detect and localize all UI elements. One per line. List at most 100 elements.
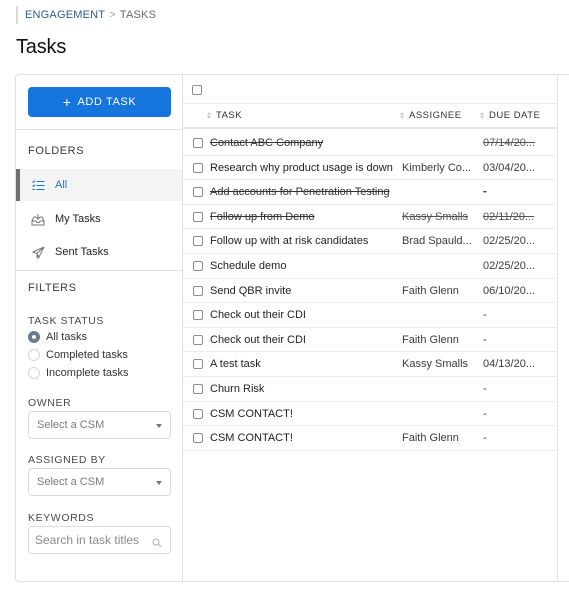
- plus-icon: +: [62, 94, 72, 110]
- column-header-task[interactable]: TASK: [207, 104, 242, 127]
- row-checkbox[interactable]: [193, 408, 203, 419]
- task-due-date: 02/11/20...: [483, 210, 535, 223]
- task-assignee: Faith Glenn: [402, 432, 459, 445]
- assigned-by-label: ASSIGNED BY: [28, 454, 106, 466]
- task-title[interactable]: CSM CONTACT!: [210, 426, 400, 450]
- task-due-date: 06/10/20...: [483, 284, 535, 297]
- task-title[interactable]: Contact ABC Company: [210, 131, 400, 155]
- tasks-table: TASK ASSIGNEE DUE DATE Contact ABC Compa…: [183, 75, 558, 581]
- radio-incomplete-tasks[interactable]: Incomplete tasks: [28, 367, 129, 379]
- breadcrumb-separator-icon: >: [109, 9, 116, 21]
- folders-heading: FOLDERS: [28, 145, 85, 157]
- radio-label: Incomplete tasks: [46, 367, 129, 379]
- sidebar: + ADD TASK FOLDERS All My Tasks Sent Tas…: [16, 75, 183, 581]
- sort-icon: [400, 112, 404, 119]
- breadcrumb-current: TASKS: [119, 9, 157, 21]
- task-due-date: -: [483, 333, 487, 346]
- row-checkbox[interactable]: [193, 334, 203, 345]
- row-checkbox[interactable]: [193, 162, 203, 173]
- keywords-search-field[interactable]: [28, 526, 171, 554]
- row-checkbox[interactable]: [193, 433, 203, 444]
- task-title[interactable]: Check out their CDI: [210, 328, 400, 352]
- row-checkbox[interactable]: [193, 260, 203, 271]
- task-due-date: 04/13/20...: [483, 358, 535, 371]
- chevron-down-icon: [156, 424, 162, 428]
- folder-label: Sent Tasks: [55, 246, 109, 258]
- task-assignee: Kassy Smalls: [402, 210, 469, 223]
- folder-label: My Tasks: [55, 213, 101, 225]
- table-row[interactable]: Check out their CDI -: [183, 303, 558, 328]
- table-row[interactable]: Research why product usage is down Kimber…: [183, 156, 558, 181]
- keywords-search-input[interactable]: [35, 533, 147, 547]
- table-toolbar: [183, 75, 558, 104]
- add-task-button[interactable]: + ADD TASK: [28, 87, 171, 117]
- table-row[interactable]: A test task Kassy Smalls 04/13/20...: [183, 352, 558, 377]
- filters-heading: FILTERS: [28, 282, 77, 294]
- assigned-by-select[interactable]: Select a CSM: [28, 468, 171, 496]
- owner-label: OWNER: [28, 397, 72, 409]
- row-checkbox[interactable]: [193, 187, 203, 198]
- task-assignee: Brad Spauld...: [402, 235, 472, 248]
- row-checkbox[interactable]: [193, 211, 203, 222]
- task-title[interactable]: A test task: [210, 352, 400, 376]
- task-title[interactable]: Add accounts for Penetration Testing: [210, 180, 400, 204]
- breadcrumb-engagement-link[interactable]: ENGAGEMENT: [25, 9, 105, 21]
- task-due-date: 07/14/20...: [483, 137, 535, 149]
- column-header-assignee[interactable]: ASSIGNEE: [400, 104, 462, 127]
- folder-item-my-tasks[interactable]: My Tasks: [16, 203, 182, 235]
- table-row[interactable]: Check out their CDI Faith Glenn -: [183, 328, 558, 353]
- radio-all-tasks[interactable]: All tasks: [28, 331, 87, 343]
- row-checkbox[interactable]: [193, 285, 203, 296]
- page-title: Tasks: [16, 36, 67, 58]
- table-row[interactable]: Send QBR invite Faith Glenn 06/10/20...: [183, 279, 558, 304]
- owner-select-placeholder: Select a CSM: [37, 419, 105, 431]
- task-title[interactable]: Send QBR invite: [210, 279, 400, 303]
- task-title[interactable]: Check out their CDI: [210, 303, 400, 327]
- table-row[interactable]: Churn Risk -: [183, 377, 558, 402]
- row-checkbox[interactable]: [193, 138, 203, 148]
- table-row[interactable]: Schedule demo 02/25/20...: [183, 254, 558, 279]
- sort-icon: [480, 112, 484, 119]
- radio-button[interactable]: [28, 349, 40, 361]
- table-row[interactable]: CSM CONTACT! -: [183, 402, 558, 427]
- task-title[interactable]: Churn Risk: [210, 377, 400, 401]
- row-checkbox[interactable]: [193, 310, 203, 321]
- chevron-down-icon: [156, 481, 162, 485]
- task-assignee: Faith Glenn: [402, 333, 459, 346]
- radio-button[interactable]: [28, 331, 40, 343]
- folder-item-all[interactable]: All: [16, 169, 182, 201]
- task-due-date: 02/25/20...: [483, 235, 535, 248]
- breadcrumb: ENGAGEMENT > TASKS: [16, 6, 156, 24]
- sort-icon: [207, 112, 211, 119]
- select-all-checkbox[interactable]: [192, 85, 202, 95]
- keywords-label: KEYWORDS: [28, 512, 95, 524]
- task-title[interactable]: Research why product usage is down: [210, 156, 400, 180]
- task-title[interactable]: Follow up from Demo: [210, 205, 400, 229]
- radio-completed-tasks[interactable]: Completed tasks: [28, 349, 128, 361]
- table-header: TASK ASSIGNEE DUE DATE: [183, 104, 558, 129]
- task-title[interactable]: Follow up with at risk candidates: [210, 229, 400, 253]
- task-title[interactable]: CSM CONTACT!: [210, 402, 400, 426]
- task-due-date: -: [483, 432, 487, 445]
- table-row[interactable]: Follow up with at risk candidates Brad Sp…: [183, 229, 558, 254]
- task-title[interactable]: Schedule demo: [210, 254, 400, 278]
- task-due-date: -: [483, 186, 487, 199]
- table-row[interactable]: CSM CONTACT! Faith Glenn -: [183, 426, 558, 451]
- divider: [16, 270, 183, 271]
- divider: [16, 129, 183, 130]
- tasks-panel: + ADD TASK FOLDERS All My Tasks Sent Tas…: [15, 74, 569, 582]
- folder-item-sent-tasks[interactable]: Sent Tasks: [16, 236, 182, 268]
- row-checkbox[interactable]: [193, 383, 203, 394]
- task-status-label: TASK STATUS: [28, 315, 105, 327]
- column-header-due-date[interactable]: DUE DATE: [480, 104, 540, 127]
- table-row[interactable]: Contact ABC Company 07/14/20...: [183, 131, 558, 156]
- radio-button[interactable]: [28, 367, 40, 379]
- inbox-tray-icon: [31, 212, 45, 226]
- table-row[interactable]: Follow up from Demo Kassy Smalls 02/11/20.…: [183, 205, 558, 230]
- row-checkbox[interactable]: [193, 359, 203, 370]
- table-row[interactable]: Add accounts for Penetration Testing -: [183, 180, 558, 205]
- task-due-date: -: [483, 382, 487, 395]
- row-checkbox[interactable]: [193, 236, 203, 247]
- owner-select[interactable]: Select a CSM: [28, 411, 171, 439]
- task-due-date: 02/25/20...: [483, 259, 535, 272]
